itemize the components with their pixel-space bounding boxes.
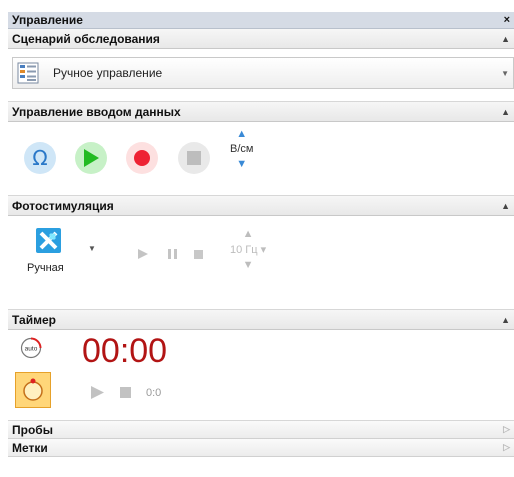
- arrow-down-icon[interactable]: ▼: [236, 158, 247, 170]
- arrow-up-icon[interactable]: ▲: [243, 228, 254, 240]
- collapse-arrow-icon[interactable]: ▲: [501, 201, 510, 211]
- photostim-header-label: Фотостимуляция: [12, 198, 114, 213]
- auto-label: auto: [25, 346, 38, 353]
- frequency-dropdown-icon[interactable]: ▾: [261, 244, 267, 256]
- scenario-row: Ручное управление ▼: [8, 49, 514, 102]
- marks-header-label: Метки: [12, 440, 48, 455]
- data-input-row: Ω ▲ В/см ▼: [8, 122, 514, 196]
- probes-section-header[interactable]: Пробы ▷: [8, 421, 514, 439]
- collapse-arrow-icon[interactable]: ▲: [501, 34, 510, 44]
- play-icon[interactable]: [91, 386, 104, 399]
- mode-label: Ручная: [27, 262, 64, 274]
- panel-title: Управление: [12, 13, 83, 27]
- pause-icon[interactable]: [168, 249, 177, 259]
- close-icon[interactable]: ×: [504, 14, 510, 26]
- scenario-select[interactable]: Ручное управление ▼: [12, 57, 514, 89]
- scenario-header-label: Сценарий обследования: [12, 31, 160, 46]
- marks-section-header[interactable]: Метки ▷: [8, 439, 514, 457]
- arrow-down-icon[interactable]: ▼: [243, 259, 254, 271]
- record-icon: [134, 150, 150, 166]
- arrow-up-icon[interactable]: ▲: [236, 128, 247, 140]
- scenario-section-header[interactable]: Сценарий обследования ▲: [8, 29, 514, 49]
- play-icon[interactable]: [138, 249, 148, 259]
- frequency-stepper[interactable]: ▲ 10 Гц ▾ ▼: [230, 228, 266, 271]
- play-icon: [84, 149, 99, 167]
- timer-display: 00:00: [82, 332, 168, 370]
- stop-button[interactable]: [178, 142, 210, 174]
- manual-mode-icon[interactable]: [36, 228, 61, 253]
- impedance-button[interactable]: Ω: [24, 142, 56, 174]
- timer-toggle-button[interactable]: [15, 372, 51, 408]
- collapse-arrow-icon[interactable]: ▲: [501, 107, 510, 117]
- omega-icon: Ω: [32, 146, 48, 170]
- control-panel: Управление × Сценарий обследования ▲ Руч…: [8, 12, 514, 477]
- panel-titlebar: Управление ×: [8, 12, 514, 29]
- chevron-down-icon[interactable]: ▼: [501, 69, 509, 78]
- mode-dropdown-icon[interactable]: ▼: [88, 244, 96, 253]
- collapse-arrow-icon[interactable]: ▲: [501, 315, 510, 325]
- timer-count: 0:0: [146, 387, 162, 399]
- photostim-section-header[interactable]: Фотостимуляция ▲: [8, 196, 514, 216]
- auto-timer-icon[interactable]: auto: [20, 337, 42, 359]
- timer-section-header[interactable]: Таймер ▲: [8, 310, 514, 330]
- sensitivity-value: В/см: [230, 143, 254, 155]
- data-input-section-header[interactable]: Управление вводом данных ▲: [8, 102, 514, 122]
- record-button[interactable]: [126, 142, 158, 174]
- frequency-value: 10 Гц ▾: [230, 244, 267, 256]
- data-input-header-label: Управление вводом данных: [12, 104, 181, 119]
- stop-icon[interactable]: [194, 250, 203, 259]
- scenario-selected-value: Ручное управление: [53, 66, 163, 80]
- probes-header-label: Пробы: [12, 422, 53, 437]
- stop-icon[interactable]: [120, 387, 131, 398]
- document-list-icon: [17, 62, 39, 84]
- timer-header-label: Таймер: [12, 312, 56, 327]
- sensitivity-stepper[interactable]: ▲ В/см ▼: [230, 128, 253, 170]
- expand-arrow-icon[interactable]: ▷: [503, 424, 510, 435]
- stop-icon: [187, 151, 201, 165]
- timer-row: auto 00:00 0:0: [8, 330, 514, 421]
- stopwatch-icon: [23, 378, 43, 401]
- photostim-row: Ручная ▼ ▲ 10 Гц ▾ ▼: [8, 216, 514, 310]
- start-recording-button[interactable]: [75, 142, 107, 174]
- expand-arrow-icon[interactable]: ▷: [503, 442, 510, 453]
